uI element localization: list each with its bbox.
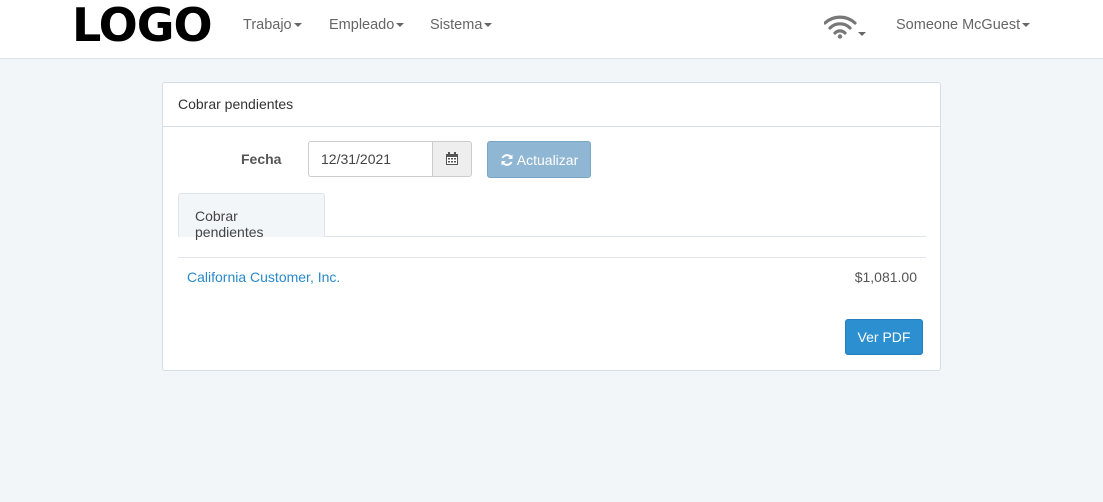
caret-down-icon: [396, 23, 405, 28]
top-navbar: LOGO Trabajo Empleado Sistema Someone Mc…: [0, 0, 1103, 59]
logo[interactable]: LOGO: [72, 2, 213, 48]
user-name: Someone McGuest: [896, 17, 1021, 33]
nav-menu-sistema[interactable]: Sistema: [430, 17, 493, 33]
caret-down-icon: [858, 32, 866, 36]
refresh-button[interactable]: Actualizar: [487, 141, 591, 178]
amount-value: $1,081.00: [854, 269, 917, 285]
refresh-button-label: Actualizar: [516, 151, 579, 168]
caret-down-icon: [484, 23, 493, 28]
nav-menu-empleado-label: Empleado: [329, 17, 395, 33]
nav-menu-empleado[interactable]: Empleado: [329, 17, 405, 33]
refresh-icon: [501, 153, 513, 166]
date-label: Fecha: [241, 151, 282, 167]
wifi-dropdown[interactable]: [823, 14, 868, 40]
calendar-button[interactable]: [432, 141, 472, 177]
panel-title: Cobrar pendientes: [163, 83, 940, 127]
row-divider: [178, 257, 926, 258]
customer-link[interactable]: California Customer, Inc.: [187, 269, 340, 285]
nav-menu-sistema-label: Sistema: [430, 17, 483, 33]
wifi-icon: [823, 15, 866, 39]
nav-menu-trabajo[interactable]: Trabajo: [243, 17, 302, 33]
view-pdf-button[interactable]: Ver PDF: [845, 319, 923, 355]
tab-cobrar-pendientes[interactable]: Cobrar pendientes: [178, 193, 325, 240]
caret-down-icon: [1022, 23, 1031, 28]
user-menu[interactable]: Someone McGuest: [896, 17, 1031, 33]
date-input[interactable]: 12/31/2021: [308, 141, 433, 177]
caret-down-icon: [293, 23, 302, 28]
nav-menu-trabajo-label: Trabajo: [243, 17, 292, 33]
calendar-icon: [446, 152, 458, 165]
pending-collections-panel: Cobrar pendientes Fecha 12/31/2021 Actua…: [162, 82, 941, 371]
